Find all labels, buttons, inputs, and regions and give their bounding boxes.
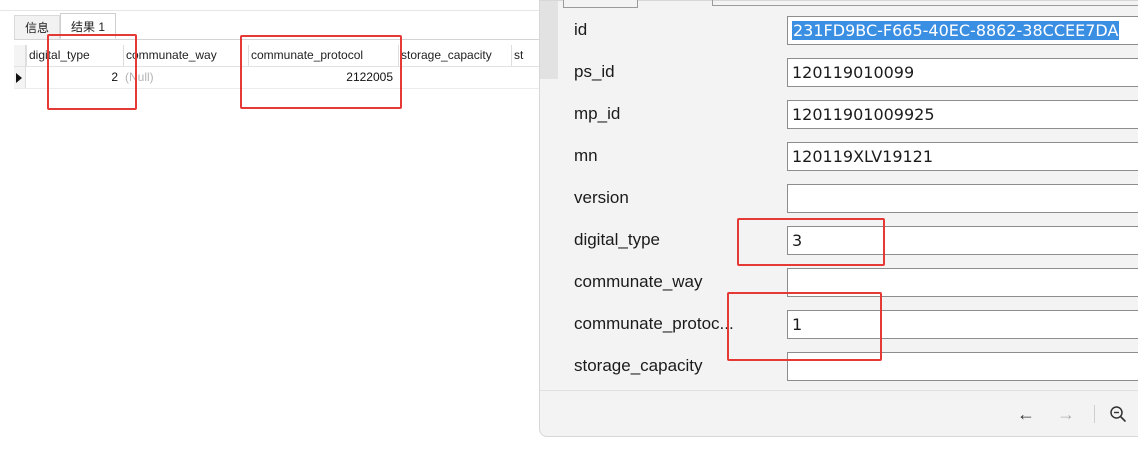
grid-header: digital_type communate_way communate_pro… [14,45,540,67]
field-input-mp-id[interactable]: 12011901009925 [787,100,1138,129]
field-label-id: id [574,20,588,39]
field-input-storage-capacity[interactable] [787,352,1138,381]
divider [14,39,540,40]
cell-storage-capacity[interactable] [398,67,511,88]
field-label-communate-protocol: communate_protoc... [574,314,734,333]
field-input-id[interactable]: 231FD9BC-F665-40EC-8862-38CCEE7DA [787,16,1138,45]
back-arrow-icon[interactable]: ← [1013,401,1039,427]
cell-communate-way[interactable]: (Null) [123,67,248,88]
result-pane: 信息 结果 1 digital_type communate_way commu… [0,0,540,455]
field-label-mn: mn [574,146,598,165]
form-row-ps-id: ps_id 120119010099 [540,51,1138,93]
form-row-version: version [540,177,1138,219]
table-row[interactable]: 2 (Null) 2122005 [14,67,540,89]
divider [0,10,540,11]
field-label-ps-id: ps_id [574,62,615,81]
divider [1094,405,1095,423]
field-input-communate-way[interactable] [787,268,1138,297]
tab-info[interactable]: 信息 [14,15,61,39]
result-tabs: 信息 结果 1 [14,13,117,40]
field-label-digital-type: digital_type [574,230,661,249]
form-row-id: id 231FD9BC-F665-40EC-8862-38CCEE7DA [540,9,1138,51]
form-tab[interactable] [563,0,638,8]
column-header-storage-capacity[interactable]: storage_capacity [398,45,511,66]
field-input-version[interactable] [787,184,1138,213]
column-header-st[interactable]: st [511,45,540,66]
row-marker-header [14,45,26,66]
form-row-mn: mn 120119XLV19121 [540,135,1138,177]
zoom-out-icon[interactable] [1109,405,1127,423]
forward-arrow-icon[interactable]: → [1053,401,1079,427]
field-input-communate-protocol[interactable]: 1 [787,310,1138,339]
cell-st[interactable] [511,67,540,88]
record-form-panel: id 231FD9BC-F665-40EC-8862-38CCEE7DA ps_… [539,0,1138,437]
field-label-version: version [574,188,629,207]
result-grid: digital_type communate_way communate_pro… [14,45,540,89]
cell-communate-protocol[interactable]: 2122005 [248,67,398,88]
field-input-ps-id[interactable]: 120119010099 [787,58,1138,87]
form-row-mp-id: mp_id 12011901009925 [540,93,1138,135]
field-label-mp-id: mp_id [574,104,621,123]
tab-result-1[interactable]: 结果 1 [60,13,117,39]
form-row-communate-way: communate_way [540,261,1138,303]
field-input-digital-type[interactable]: 3 [787,226,1138,255]
form-row-storage-capacity: storage_capacity [540,345,1138,387]
field-label-communate-way: communate_way [574,272,703,291]
row-marker[interactable] [14,67,26,88]
current-row-arrow-icon [16,73,22,83]
column-header-digital-type[interactable]: digital_type [26,45,123,66]
form-row-digital-type: digital_type 3 [540,219,1138,261]
app-root: 信息 结果 1 digital_type communate_way commu… [0,0,1138,455]
form-row-communate-protocol: communate_protoc... 1 [540,303,1138,345]
field-input-mn[interactable]: 120119XLV19121 [787,142,1138,171]
field-label-storage-capacity: storage_capacity [574,356,703,375]
divider [540,390,1138,391]
column-header-communate-protocol[interactable]: communate_protocol [248,45,398,66]
selected-text: 231FD9BC-F665-40EC-8862-38CCEE7DA [792,21,1120,40]
cell-digital-type[interactable]: 2 [26,67,123,88]
column-header-communate-way[interactable]: communate_way [123,45,248,66]
form-tab-strip [712,0,1138,6]
